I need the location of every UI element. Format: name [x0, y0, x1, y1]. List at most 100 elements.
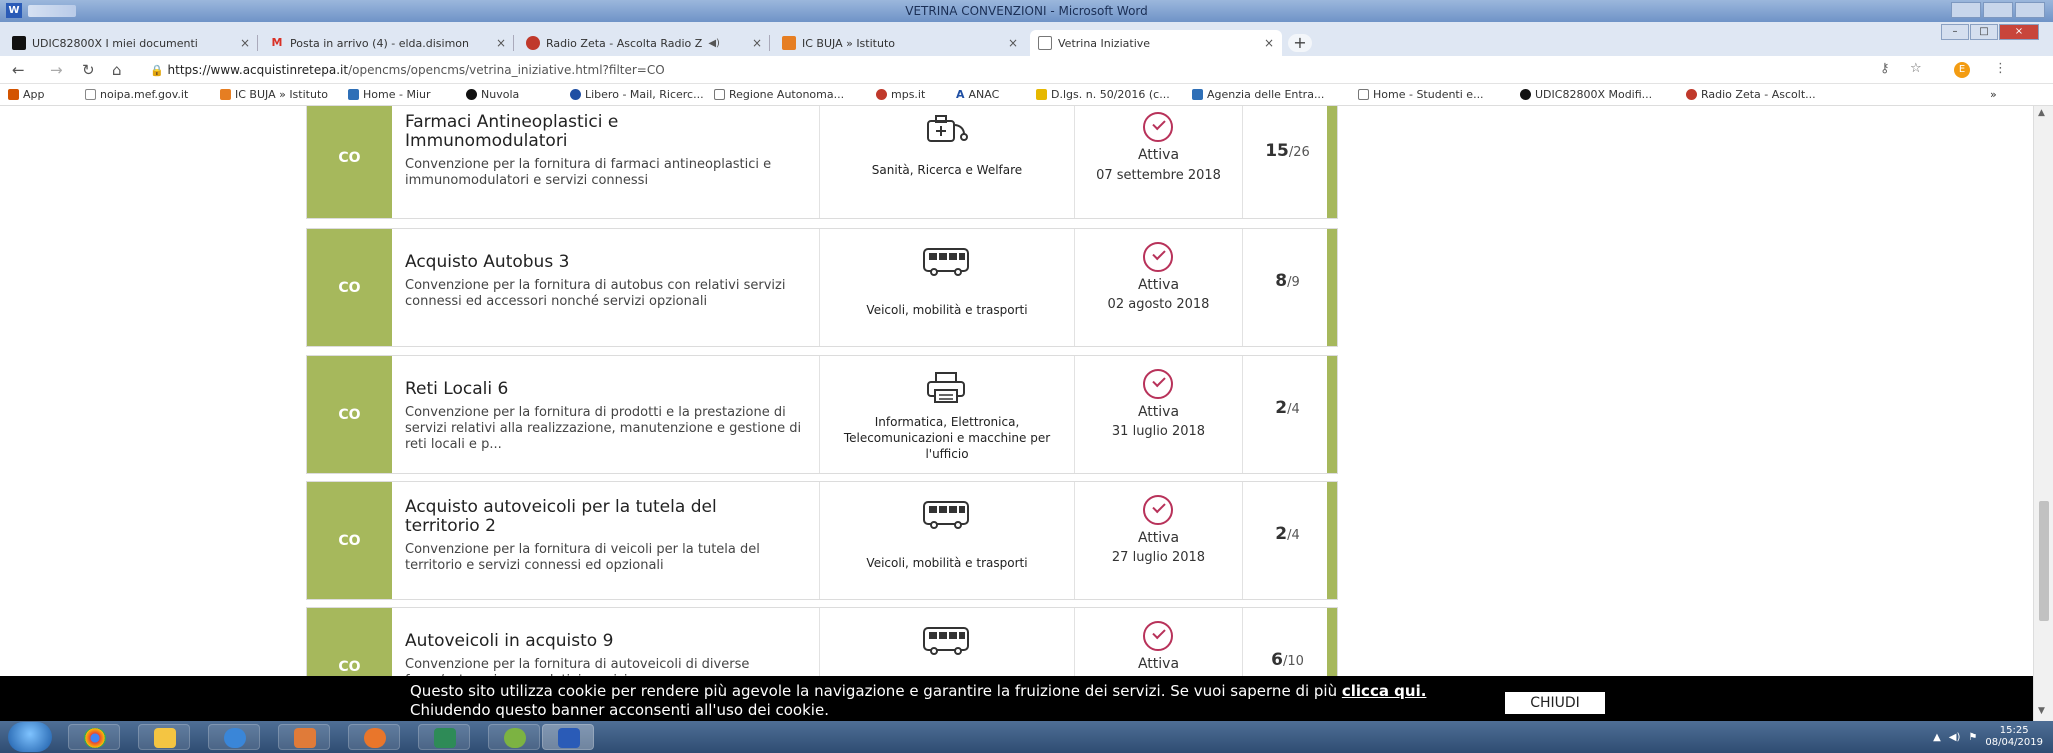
- users-icon[interactable]: [278, 724, 330, 750]
- bookmark-star-icon[interactable]: ☆: [1910, 61, 1922, 76]
- word-maximize-button[interactable]: [1983, 2, 2013, 18]
- taskbar: ▲ ◀) ⚑ 15:25 08/04/2019: [0, 721, 2053, 753]
- home-icon[interactable]: ⌂: [112, 61, 122, 79]
- more-bookmarks-icon[interactable]: »: [1990, 88, 1997, 101]
- initiative-description: Convenzione per la fornitura di autobus …: [405, 278, 786, 309]
- status-label: Attiva: [1137, 530, 1180, 546]
- scroll-down-icon[interactable]: ▼: [2038, 706, 2045, 716]
- bookmark-dlgs[interactable]: D.lgs. n. 50/2016 (c...: [1036, 88, 1170, 101]
- back-arrow-icon[interactable]: ←: [12, 61, 25, 79]
- initiative-card[interactable]: CO Autoveicoli in acquisto 9 Convenzione…: [306, 607, 1338, 676]
- explorer-icon[interactable]: [138, 724, 190, 750]
- cookie-close-button[interactable]: CHIUDI: [1505, 692, 1605, 714]
- lots-active: 6: [1271, 650, 1283, 670]
- tab-ic-buja[interactable]: IC BUJA » Istituto ×: [774, 30, 1026, 56]
- initiative-description: Convenzione per la fornitura di autoveic…: [405, 657, 750, 676]
- lots-total: /26: [1288, 145, 1310, 160]
- bookmark-home-studenti[interactable]: Home - Studenti e...: [1358, 88, 1484, 101]
- clock[interactable]: 15:25 08/04/2019: [1985, 725, 2043, 749]
- ie-icon[interactable]: [208, 724, 260, 750]
- tab-posta-in-arrivo[interactable]: M Posta in arrivo (4) - elda.disimon ×: [262, 30, 514, 56]
- word-minimize-button[interactable]: [1951, 2, 1981, 18]
- address-bar[interactable]: 🔒 https://www.acquistinretepa.it/opencms…: [150, 59, 1850, 81]
- avatar[interactable]: E: [1954, 62, 1970, 78]
- miur-icon: [348, 89, 359, 100]
- url-domain: https://www.acquistinretepa.it: [167, 63, 349, 77]
- close-icon[interactable]: ×: [496, 36, 506, 50]
- close-icon[interactable]: ×: [752, 36, 762, 50]
- check-circle-icon: [1143, 495, 1173, 525]
- bookmark-udic-modifica[interactable]: UDIC82800X Modifi...: [1520, 88, 1652, 101]
- clock-time: 15:25: [1999, 725, 2029, 736]
- flag-icon[interactable]: ⚑: [1968, 732, 1977, 743]
- initiative-lots: 15/26: [1242, 106, 1332, 218]
- reload-icon[interactable]: ↻: [82, 61, 95, 79]
- bus-icon: [923, 248, 969, 276]
- close-icon[interactable]: ×: [1264, 36, 1274, 50]
- close-icon[interactable]: ×: [240, 36, 250, 50]
- minimize-button[interactable]: –: [1941, 24, 1969, 40]
- category-label: Informatica, Elettronica, Telecomunicazi…: [843, 415, 1051, 461]
- initiative-card[interactable]: CO Acquisto Autobus 3 Convenzione per la…: [306, 228, 1338, 347]
- initiative-title[interactable]: Acquisto autoveicoli per la tutela del t…: [405, 498, 795, 536]
- page-scrollbar[interactable]: ▲ ▼: [2033, 106, 2053, 721]
- key-icon[interactable]: ⚷: [1880, 61, 1890, 76]
- scroll-up-icon[interactable]: ▲: [2038, 108, 2045, 118]
- initiative-status: Attiva 07 settembre 2018: [1074, 106, 1242, 218]
- bookmark-home-miur[interactable]: Home - Miur: [348, 88, 431, 101]
- bookmark-app[interactable]: App: [8, 88, 45, 101]
- word-icon[interactable]: [542, 724, 594, 750]
- chrome-icon[interactable]: [68, 724, 120, 750]
- browser-toolbar: ← → ↻ ⌂ 🔒 https://www.acquistinretepa.it…: [0, 56, 2053, 84]
- close-button[interactable]: ×: [1999, 24, 2039, 40]
- cloud-icon: [466, 89, 477, 100]
- close-icon[interactable]: ×: [1008, 36, 1018, 50]
- system-tray: ▲ ◀) ⚑ 15:25 08/04/2019: [1933, 725, 2043, 749]
- maximize-button[interactable]: □: [1970, 24, 1998, 40]
- bookmark-libero[interactable]: Libero - Mail, Ricerc...: [570, 88, 704, 101]
- tab-radio-zeta[interactable]: Radio Zeta - Ascolta Radio Z ◀) ×: [518, 30, 770, 56]
- bookmark-agenzia-entrate[interactable]: Agenzia delle Entra...: [1192, 88, 1324, 101]
- scrollbar-thumb[interactable]: [2039, 501, 2049, 621]
- document-icon: [1038, 36, 1052, 50]
- initiative-card[interactable]: CO Farmaci Antineoplastici e Immunomodul…: [306, 106, 1338, 219]
- app-icon[interactable]: [488, 724, 540, 750]
- initiative-title[interactable]: Farmaci Antineoplastici e Immunomodulato…: [405, 113, 735, 151]
- tab-vetrina-iniziative[interactable]: Vetrina Iniziative ×: [1030, 30, 1282, 56]
- forward-arrow-icon[interactable]: →: [50, 61, 63, 79]
- network-icon[interactable]: ▲: [1933, 732, 1941, 743]
- new-tab-button[interactable]: +: [1288, 34, 1312, 52]
- initiative-card[interactable]: CO Acquisto autoveicoli per la tutela de…: [306, 481, 1338, 600]
- menu-icon[interactable]: ⋮: [1994, 61, 2007, 76]
- bookmark-radio-zeta[interactable]: Radio Zeta - Ascolt...: [1686, 88, 1816, 101]
- bookmark-nuvola[interactable]: Nuvola: [466, 88, 519, 101]
- word-close-button[interactable]: [2015, 2, 2045, 18]
- printer-icon: [927, 372, 965, 403]
- tab-udic-documenti[interactable]: UDIC82800X I miei documenti ×: [4, 30, 258, 56]
- volume-icon[interactable]: ◀): [1949, 732, 1961, 743]
- lots-total: /4: [1287, 528, 1300, 543]
- excel-icon[interactable]: [418, 724, 470, 750]
- initiative-card[interactable]: CO Reti Locali 6 Convenzione per la forn…: [306, 355, 1338, 474]
- word-window-controls: [1951, 2, 2045, 18]
- radio-zeta-icon: [526, 36, 540, 50]
- audio-icon[interactable]: ◀): [708, 38, 720, 49]
- bookmark-regione[interactable]: Regione Autonoma...: [714, 88, 844, 101]
- start-button[interactable]: [8, 722, 52, 752]
- initiative-code: CO: [307, 608, 392, 676]
- cookie-info-link[interactable]: clicca qui.: [1342, 682, 1427, 700]
- status-date: 07 settembre 2018: [1096, 168, 1221, 183]
- apps-grid-icon: [8, 89, 19, 100]
- check-circle-icon: [1143, 369, 1173, 399]
- mps-icon: [876, 89, 887, 100]
- lots-active: 8: [1275, 271, 1288, 291]
- bookmark-mps[interactable]: mps.it: [876, 88, 925, 101]
- initiative-status: Attiva 31 luglio 2018: [1074, 356, 1242, 473]
- bookmark-anac[interactable]: A ANAC: [956, 88, 999, 101]
- card-accent-bar: [1327, 106, 1337, 218]
- bookmark-ic-buja[interactable]: IC BUJA » Istituto: [220, 88, 328, 101]
- agency-icon: [1192, 89, 1203, 100]
- region-icon: [714, 89, 725, 100]
- bookmark-noipa[interactable]: noipa.mef.gov.it: [85, 88, 188, 101]
- media-icon[interactable]: [348, 724, 400, 750]
